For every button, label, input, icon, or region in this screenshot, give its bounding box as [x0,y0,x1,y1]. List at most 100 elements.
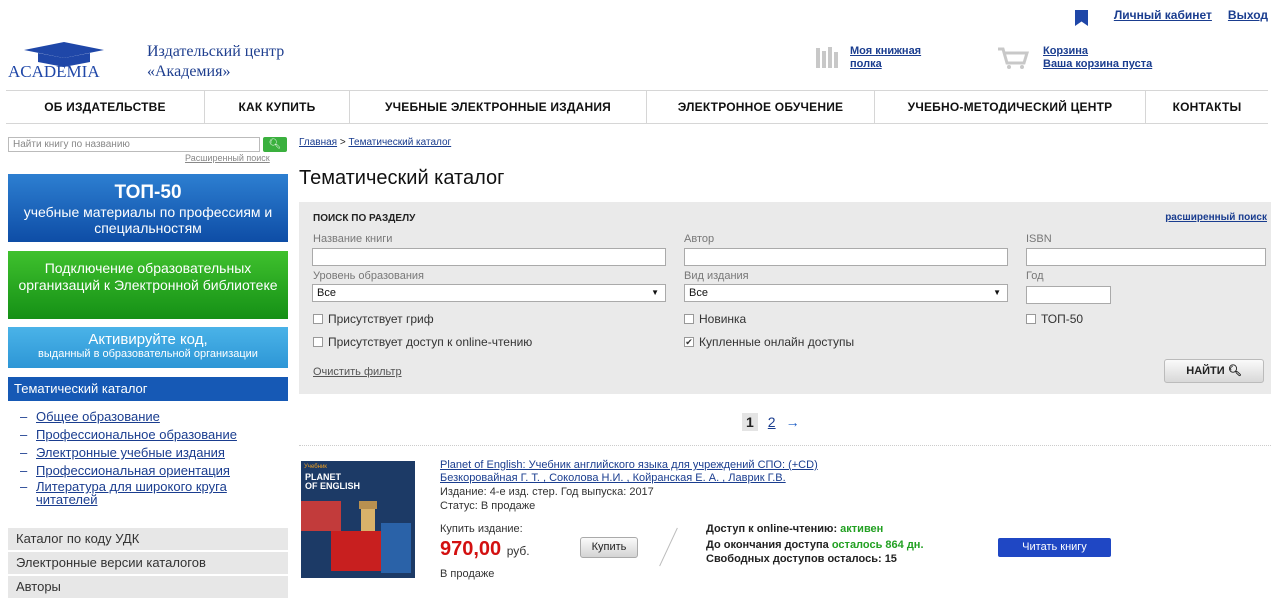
price: 970,00 руб. [440,538,530,561]
mortarboard-icon: ACADEMIA [8,42,104,81]
online-label: Присутствует доступ к online-чтению [328,335,533,349]
isbn-input[interactable] [1026,248,1266,266]
subitem-e-editions[interactable]: Электронные учебные издания [36,445,225,460]
subitem-wide-audience[interactable]: Литература для широкого круга читателей [36,479,227,507]
new-label: Новинка [699,312,747,326]
book-name-label: Название книги [313,233,393,245]
kind-value: Все [689,287,708,299]
my-shelf-link[interactable]: Моя книжная полка [850,45,921,71]
nav-item-e-learning[interactable]: ЭЛЕКТРОННОЕ ОБУЧЕНИЕ [647,91,875,123]
cart-link[interactable]: Корзина Ваша корзина пуста [1043,45,1152,71]
search-icon: 🔍︎ [268,139,282,150]
sidebar-item-e-catalogs[interactable]: Электронные версии каталогов [8,552,288,574]
book-title-link[interactable]: Planet of English: Учебник английского я… [440,459,818,472]
activate-title: Активируйте код, [88,331,208,348]
list-item: Литература для широкого круга читателей [20,480,260,506]
online-checkbox[interactable]: Присутствует доступ к online-чтению [313,335,532,349]
breadcrumb-current[interactable]: Тематический каталог [348,137,451,148]
cart-icon[interactable] [997,46,1029,70]
cart-status[interactable]: Ваша корзина пуста [1043,58,1152,70]
subitem-general[interactable]: Общее образование [36,409,160,424]
bought-checkbox[interactable]: ✔ Купленные онлайн доступы [684,335,854,349]
grif-checkbox[interactable]: Присутствует гриф [313,312,434,326]
book-edition: Издание: 4-е изд. стер. Год выпуска: 201… [440,486,654,498]
checkbox-box[interactable] [684,314,694,324]
book-cover[interactable]: Учебник PLANET OF ENGLISH [301,461,415,578]
advanced-search-link[interactable]: Расширенный поиск [185,153,270,163]
year-input[interactable] [1026,286,1111,304]
access-remaining: До окончания доступа осталось 864 дн. [706,539,924,551]
book-status: Статус: В продаже [440,500,536,512]
publisher-line1: Издательский центр [147,43,285,60]
kind-select[interactable]: Все ▼ [684,284,1008,302]
breadcrumb-separator: > [337,137,349,148]
year-label: Год [1026,270,1044,282]
nav-item-contacts[interactable]: КОНТАКТЫ [1146,91,1268,123]
book-name-input[interactable] [312,248,666,266]
activate-banner[interactable]: Активируйте код, выданный в образователь… [8,327,288,368]
nav-item-about[interactable]: ОБ ИЗДАТЕЛЬСТВЕ [6,91,205,123]
sidebar-item-thematic-catalog[interactable]: Тематический каталог [8,377,288,401]
nav-item-e-editions[interactable]: УЧЕБНЫЕ ЭЛЕКТРОННЫЕ ИЗДАНИЯ [350,91,647,123]
main-nav: ОБ ИЗДАТЕЛЬСТВЕ КАК КУПИТЬ УЧЕБНЫЕ ЭЛЕКТ… [6,90,1268,124]
academia-logo[interactable]: ACADEMIA [6,40,126,81]
bought-label: Купленные онлайн доступы [699,335,855,349]
subitem-professional[interactable]: Профессиональное образование [36,427,237,442]
search-icon: 🔍︎ [1227,365,1242,377]
checkbox-box[interactable] [1026,314,1036,324]
bookshelf-icon[interactable] [815,46,841,68]
page-title: Тематический каталог [299,167,505,189]
page-2-link[interactable]: 2 [768,414,776,430]
price-value: 970,00 [440,538,502,560]
connect-banner[interactable]: Подключение образовательных организаций … [8,251,288,319]
next-arrow-icon[interactable]: → [786,414,800,430]
search-button[interactable]: 🔍︎ [263,137,287,152]
find-button[interactable]: НАЙТИ 🔍︎ [1164,359,1264,383]
personal-cabinet-link[interactable]: Личный кабинет [1114,8,1212,22]
clear-filter-link[interactable]: Очистить фильтр [313,366,402,378]
shelf-line1[interactable]: Моя книжная [850,45,921,57]
level-select[interactable]: Все ▼ [312,284,666,302]
checkmark-icon[interactable]: ✔ [684,337,694,347]
advanced-search-filter-link[interactable]: расширенный поиск [1165,212,1267,223]
bookmark-icon [1075,10,1088,26]
checkbox-box[interactable] [313,337,323,347]
nav-item-method-center[interactable]: УЧЕБНО-МЕТОДИЧЕСКИЙ ЦЕНТР [875,91,1146,123]
subitem-orientation[interactable]: Профессиональная ориентация [36,463,230,478]
top50-checkbox[interactable]: ТОП-50 [1026,312,1083,326]
divider [299,445,1271,446]
top50-title: ТОП-50 [114,182,182,203]
buy-button[interactable]: Купить [580,537,638,558]
remaining-value: осталось 864 дн. [831,539,924,551]
checkbox-box[interactable] [313,314,323,324]
shelf-line2[interactable]: полка [850,58,882,70]
pagination: 1 2 → [742,413,800,431]
access-status: Доступ к online-чтению: активен [706,523,883,535]
price-currency: руб. [506,544,530,558]
chevron-down-icon: ▼ [993,288,1001,297]
top50-banner[interactable]: ТОП-50 учебные материалы по профессиям и… [8,174,288,242]
breadcrumb-home[interactable]: Главная [299,137,337,148]
cart-title[interactable]: Корзина [1043,45,1088,57]
logo-text: ACADEMIA [8,62,100,80]
new-checkbox[interactable]: Новинка [684,312,746,326]
page-current: 1 [742,413,758,431]
breadcrumb: Главная > Тематический каталог [299,137,451,148]
sidebar-item-authors[interactable]: Авторы [8,576,288,598]
author-input[interactable] [684,248,1008,266]
read-book-button[interactable]: Читать книгу [998,538,1111,557]
grif-label: Присутствует гриф [328,312,434,326]
remaining-label: До окончания доступа [706,539,829,551]
free-access-count: Свободных доступов осталось: 15 [706,553,897,565]
connect-text: Подключение образовательных организаций … [18,260,278,293]
top50-subtitle: учебные материалы по профессиям и специа… [23,204,273,236]
nav-item-how-to-buy[interactable]: КАК КУПИТЬ [205,91,350,123]
access-label: Доступ к online-чтению: [706,523,838,535]
level-value: Все [317,287,336,299]
logout-link[interactable]: Выход [1228,8,1268,22]
sidebar-item-udk[interactable]: Каталог по коду УДК [8,528,288,550]
book-authors[interactable]: Безкоровайная Г. Т. , Соколова Н.И. , Ко… [440,472,786,484]
search-input[interactable]: Найти книгу по названию [8,137,260,152]
publisher-line2: «Академия» [147,63,231,80]
divider [659,527,678,567]
